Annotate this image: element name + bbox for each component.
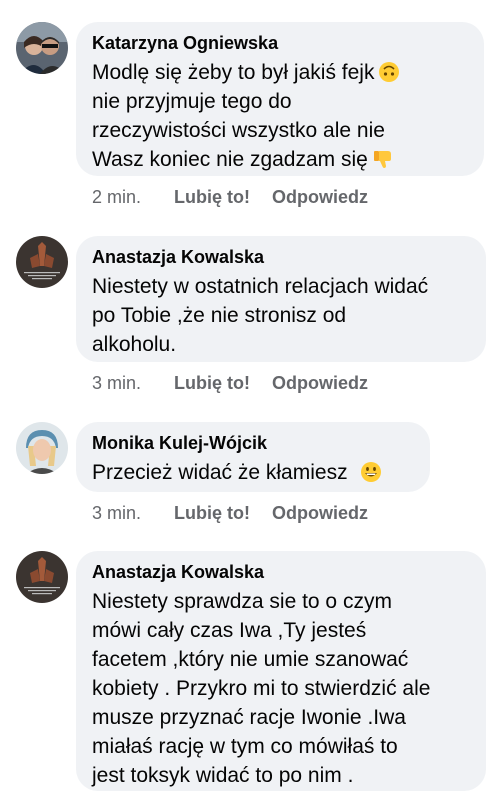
comment-line: nie przyjmuje tego do <box>92 90 292 113</box>
comment-line: Niestety sprawdza sie to o czym <box>92 590 392 613</box>
comment-text: Modlę się żeby to był jakiś fejk nie prz… <box>92 58 468 174</box>
comment-author[interactable]: Anastazja Kowalska <box>92 246 470 268</box>
comment-line: miałaś rację w tym co mówiłaś to <box>92 735 398 758</box>
comment-bubble: Monika Kulej-Wójcik Przecież widać że kł… <box>76 422 430 492</box>
comment-timestamp[interactable]: 2 min. <box>92 186 174 208</box>
comment-line: kobiety . Przykro mi to stwierdzić ale <box>92 677 431 700</box>
comment-line: Niestety w ostatnich relacjach widać <box>92 275 429 298</box>
comment-text: Niestety sprawdza sie to o czym mówi cał… <box>92 587 470 790</box>
upside-down-face-emoji <box>378 61 400 83</box>
like-button[interactable]: Lubię to! <box>174 372 250 394</box>
like-button[interactable]: Lubię to! <box>174 502 250 524</box>
reply-button[interactable]: Odpowiedz <box>272 373 368 393</box>
comment-actions: 2 min. Lubię to! Odpowiedz <box>92 186 368 208</box>
comment-actions: 3 min. Lubię to! Odpowiedz <box>92 502 368 524</box>
comment-line: Przecież widać że kłamiesz <box>92 461 348 484</box>
comment-text: Niestety w ostatnich relacjach widać po … <box>92 272 470 359</box>
comment-author[interactable]: Katarzyna Ogniewska <box>92 32 468 54</box>
like-button[interactable]: Lubię to! <box>174 186 250 208</box>
comment-line: alkoholu. <box>92 333 177 356</box>
avatar[interactable] <box>16 422 68 474</box>
comment-actions: 3 min. Lubię to! Odpowiedz <box>92 372 368 394</box>
comment-line: musze przyznać racje Iwonie .Iwa <box>92 706 406 729</box>
comment-line: facetem ,który nie umie szanować <box>92 648 409 671</box>
avatar[interactable] <box>16 236 68 288</box>
comment-line: Modlę się żeby to był jakiś fejk <box>92 61 375 84</box>
comment-line: mówi cały czas Iwa ,Ty jesteś <box>92 619 367 642</box>
reply-button[interactable]: Odpowiedz <box>272 503 368 523</box>
comment-timestamp[interactable]: 3 min. <box>92 372 174 394</box>
comment-bubble: Katarzyna Ogniewska Modlę się żeby to by… <box>76 22 484 176</box>
comment-author[interactable]: Monika Kulej-Wójcik <box>92 432 414 454</box>
grinning-face-emoji <box>360 461 382 483</box>
comment-line: rzeczywistości wszystko ale nie <box>92 119 385 142</box>
comment-author[interactable]: Anastazja Kowalska <box>92 561 470 583</box>
avatar[interactable] <box>16 551 68 603</box>
thumbs-down-emoji <box>372 148 394 170</box>
comment-text: Przecież widać że kłamiesz <box>92 458 414 487</box>
comment-bubble: Anastazja Kowalska Niestety w ostatnich … <box>76 236 486 362</box>
avatar[interactable] <box>16 22 68 74</box>
comment-bubble: Anastazja Kowalska Niestety sprawdza sie… <box>76 551 486 791</box>
comment-line: Wasz koniec nie zgadzam się <box>92 148 368 171</box>
comment-line: jest toksyk widać to po nim . <box>92 764 354 787</box>
comment-line: po Tobie ,że nie stronisz od <box>92 304 347 327</box>
comment-timestamp[interactable]: 3 min. <box>92 502 174 524</box>
reply-button[interactable]: Odpowiedz <box>272 187 368 207</box>
